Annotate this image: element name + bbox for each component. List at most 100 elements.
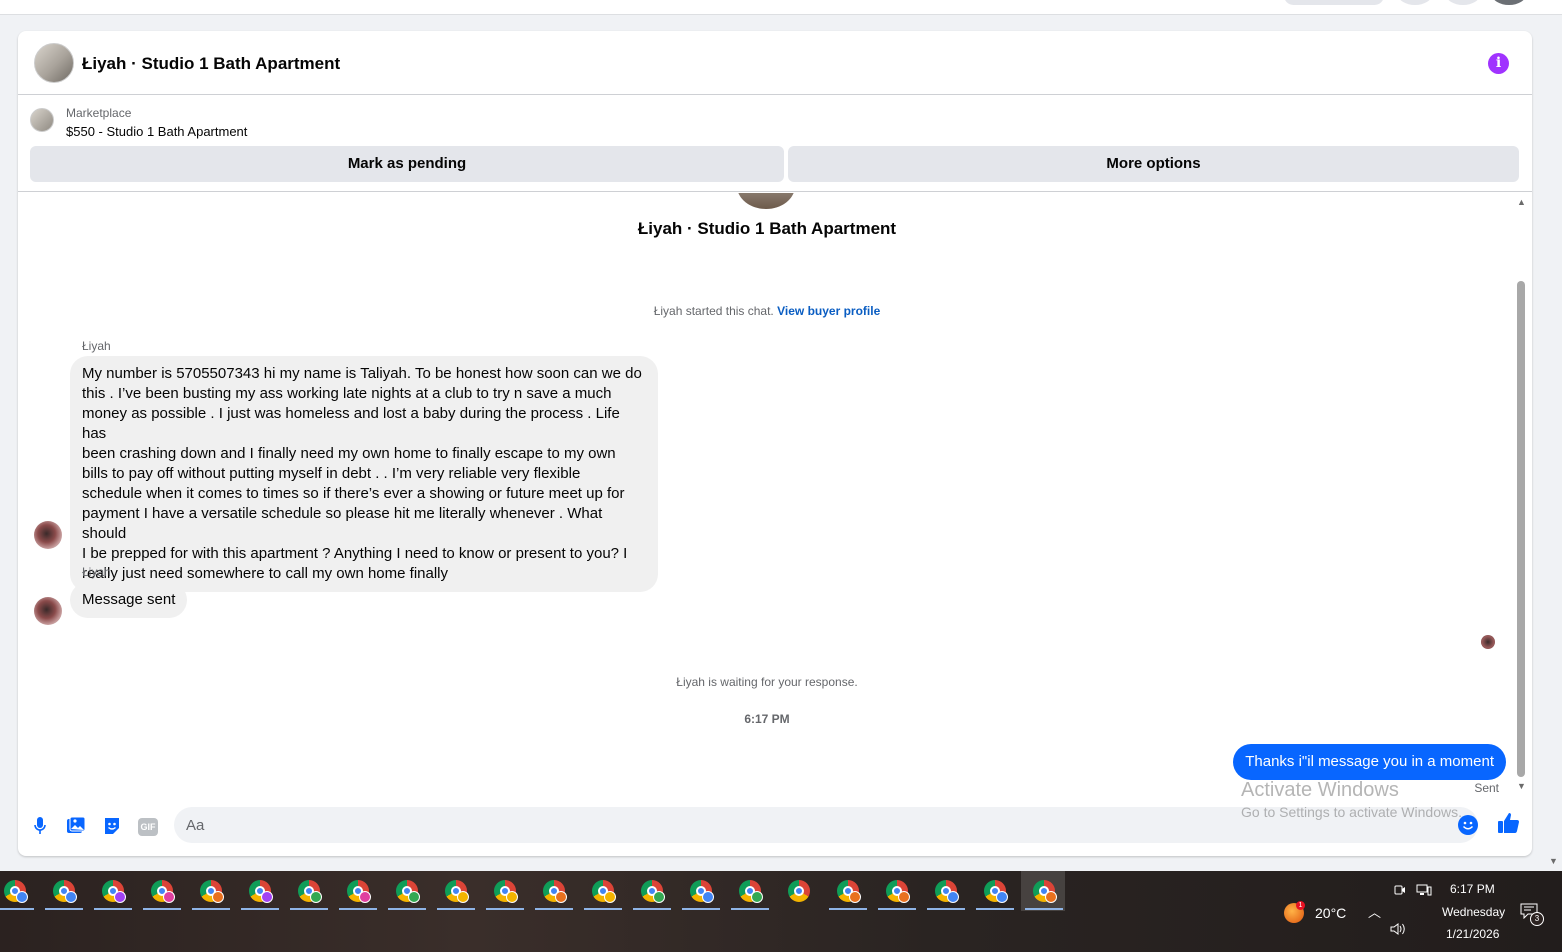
scroll-up-arrow-icon[interactable]: ▲	[1517, 197, 1526, 207]
profile-badge-icon	[163, 891, 175, 903]
clock-date[interactable]: 1/21/2026	[1446, 927, 1499, 941]
running-indicator	[976, 908, 1014, 910]
chrome-icon	[788, 880, 810, 902]
volume-icon[interactable]	[1390, 922, 1408, 939]
profile-badge-icon	[653, 891, 665, 903]
taskbar-chrome-app[interactable]	[727, 871, 771, 911]
running-indicator	[192, 908, 230, 910]
taskbar-chrome-app[interactable]	[580, 871, 624, 911]
profile-badge-icon	[457, 891, 469, 903]
scroll-thumb[interactable]	[1517, 281, 1525, 777]
clock-time[interactable]: 6:17 PM	[1450, 882, 1495, 896]
profile-badge-icon	[408, 891, 420, 903]
microphone-icon[interactable]	[29, 816, 51, 838]
taskbar-chrome-app[interactable]	[629, 871, 673, 911]
profile-badge-icon	[261, 891, 273, 903]
taskbar-chrome-app[interactable]	[41, 871, 85, 911]
running-indicator	[584, 908, 622, 910]
clock-day[interactable]: Wednesday	[1442, 905, 1505, 919]
taskbar-chrome-app[interactable]	[335, 871, 379, 911]
chat-title[interactable]: Łiyah · Studio 1 Bath Apartment	[82, 54, 340, 74]
taskbar-chrome-app[interactable]	[825, 871, 869, 911]
taskbar-chrome-app[interactable]	[139, 871, 183, 911]
taskbar-chrome-app[interactable]	[90, 871, 134, 911]
thread-scrollbar[interactable]: ▲ ▼	[1514, 197, 1528, 791]
running-indicator	[437, 908, 475, 910]
view-buyer-profile-link[interactable]: View buyer profile	[777, 304, 880, 318]
listing-thumbnail[interactable]	[34, 43, 74, 83]
listing-avatar	[737, 193, 795, 209]
taskbar-chrome-app[interactable]	[482, 871, 526, 911]
taskbar-chrome-app[interactable]	[286, 871, 330, 911]
gif-icon[interactable]: GIF	[138, 818, 158, 836]
marketplace-label: Marketplace	[66, 106, 132, 120]
message-line: schedule when it comes to times so if th…	[82, 485, 625, 502]
listing-title[interactable]: $550 - Studio 1 Bath Apartment	[66, 124, 247, 139]
weather-temperature[interactable]: 20°C	[1315, 905, 1346, 921]
profile-badge-icon	[898, 891, 910, 903]
sent-status: Sent	[1474, 781, 1499, 795]
profile-badge-icon	[506, 891, 518, 903]
profile-badge-icon	[751, 891, 763, 903]
sender-avatar[interactable]	[34, 521, 62, 549]
taskbar-chrome-app[interactable]	[0, 871, 36, 911]
profile-badge-icon	[996, 891, 1008, 903]
meet-now-icon[interactable]	[1394, 884, 1406, 899]
sticker-icon[interactable]	[101, 816, 123, 838]
profile-badge-icon	[359, 891, 371, 903]
mark-as-pending-button[interactable]: Mark as pending	[30, 146, 784, 182]
incoming-message[interactable]: Message sent	[70, 582, 188, 618]
notification-count-badge: 3	[1530, 912, 1544, 926]
profile-badge-icon	[604, 891, 616, 903]
message-line: I be prepped for with this apartment ? A…	[82, 545, 628, 562]
taskbar-chrome-app[interactable]	[237, 871, 281, 911]
taskbar-chrome-app[interactable]	[1021, 871, 1065, 911]
page-scroll-down-arrow-icon[interactable]: ▼	[1549, 856, 1558, 866]
running-indicator	[731, 908, 769, 910]
photo-icon[interactable]	[65, 816, 87, 838]
profile-badge-icon	[65, 891, 77, 903]
message-line: this . I’ve been busting my ass working …	[82, 385, 612, 402]
read-receipt-avatar	[1481, 635, 1495, 649]
notifications-icon[interactable]	[1446, 0, 1480, 5]
message-timestamp: 6:17 PM	[744, 712, 790, 726]
thumbs-up-icon[interactable]	[1496, 811, 1522, 837]
message-line: money as possible . I just was homeless …	[82, 405, 620, 442]
profile-badge-icon	[212, 891, 224, 903]
network-icon[interactable]	[1416, 884, 1432, 899]
running-indicator	[878, 908, 916, 910]
profile-badge-icon	[16, 891, 28, 903]
running-indicator	[143, 908, 181, 910]
nav-pill[interactable]	[1284, 0, 1384, 5]
menu-icon[interactable]	[1398, 0, 1432, 5]
outgoing-message[interactable]: Thanks i"il message you in a moment	[1233, 744, 1506, 780]
taskbar-chrome-app[interactable]	[874, 871, 918, 911]
taskbar-chrome-app[interactable]	[531, 871, 575, 911]
taskbar-chrome-app[interactable]	[188, 871, 232, 911]
info-icon[interactable]: i	[1488, 53, 1509, 74]
running-indicator	[682, 908, 720, 910]
taskbar-chrome-app[interactable]	[776, 871, 820, 911]
running-indicator	[927, 908, 965, 910]
message-line: been crashing down and I finally need my…	[82, 445, 616, 462]
taskbar-chrome-app[interactable]	[923, 871, 967, 911]
message-thread: Łiyah · Studio 1 Bath Apartment Łiyah st…	[18, 193, 1532, 803]
windows-activation-watermark: Activate Windows Go to Settings to activ…	[1241, 779, 1462, 820]
taskbar-chrome-app[interactable]	[433, 871, 477, 911]
weather-badge: 1	[1296, 901, 1305, 910]
taskbar-chrome-app[interactable]	[678, 871, 722, 911]
running-indicator	[45, 908, 83, 910]
profile-badge-icon	[1045, 891, 1057, 903]
scroll-down-arrow-icon[interactable]: ▼	[1517, 781, 1526, 791]
profile-badge-icon	[555, 891, 567, 903]
show-hidden-icons-chevron-icon[interactable]: ︿	[1368, 902, 1381, 921]
incoming-message[interactable]: My number is 5705507343 hi my name is Ta…	[70, 356, 658, 592]
account-avatar[interactable]	[1492, 0, 1526, 5]
taskbar-chrome-app[interactable]	[972, 871, 1016, 911]
sender-avatar[interactable]	[34, 597, 62, 625]
more-options-button[interactable]: More options	[788, 146, 1519, 182]
taskbar-chrome-app[interactable]	[384, 871, 428, 911]
watermark-title: Activate Windows	[1241, 779, 1399, 801]
sender-name: Łiyah	[82, 565, 111, 579]
running-indicator	[535, 908, 573, 910]
